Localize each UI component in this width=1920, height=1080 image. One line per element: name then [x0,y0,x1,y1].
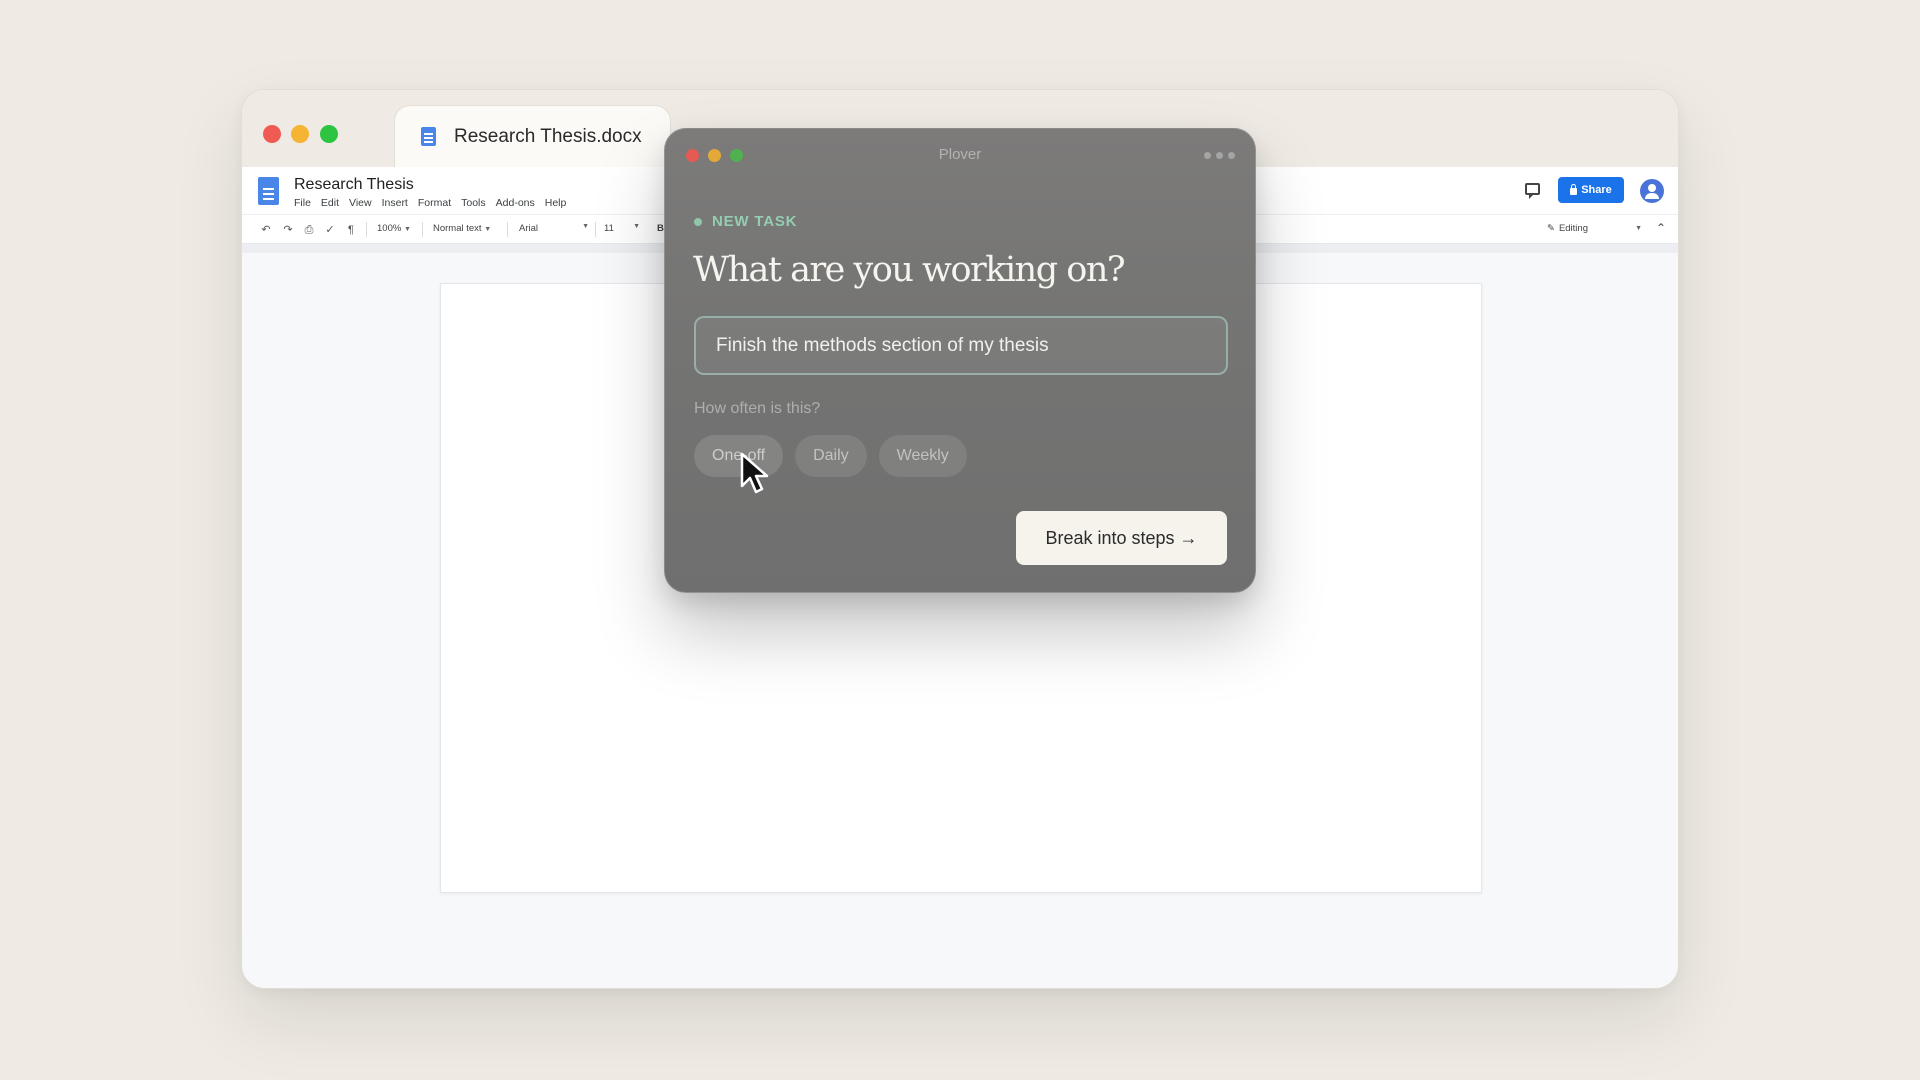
toolbar-divider [422,222,423,237]
status-label: NEW TASK [712,213,798,230]
close-window-button[interactable] [263,125,281,143]
mode-value: Editing [1558,223,1588,234]
doc-icon [421,127,436,146]
collapse-icon[interactable]: ⌃ [1656,221,1666,235]
avatar[interactable] [1640,179,1664,203]
undo-icon[interactable]: ↶ [260,224,272,236]
menu-edit[interactable]: Edit [321,197,339,209]
chevron-down-icon[interactable]: ▼ [1635,225,1642,232]
chevron-down-icon: ▼ [484,226,492,233]
frequency-options: One-off Daily Weekly [694,435,967,477]
paint-format-icon[interactable]: ¶ [345,224,357,236]
size-value: 11 [604,223,614,234]
toolbar-divider [366,222,367,237]
cursor-pointer-icon [740,452,769,494]
frequency-option-daily[interactable]: Daily [795,435,867,477]
zoom-select[interactable]: 100% ▼ [377,223,411,234]
print-icon[interactable]: ⎙ [303,224,315,236]
task-input[interactable] [694,316,1228,375]
pencil-icon: ✎ [1546,223,1555,234]
redo-icon[interactable]: ↷ [282,224,294,236]
style-value: Normal text [433,223,482,234]
font-value: Arial [519,223,539,234]
frequency-question: How often is this? [694,400,821,417]
chevron-down-icon: ▼ [403,226,411,233]
menubar: File Edit View Insert Format Tools Add-o… [294,197,566,209]
chevron-down-icon: ▼ [633,223,640,230]
break-into-steps-button[interactable]: Break into steps → [1016,511,1227,565]
editing-mode-select[interactable]: ✎ Editing [1547,223,1588,234]
maximize-window-button[interactable] [320,125,338,143]
font-select[interactable]: Arial ▼ [519,223,589,234]
minimize-window-button[interactable] [291,125,309,143]
more-icon[interactable] [1204,152,1235,159]
menu-insert[interactable]: Insert [382,197,408,209]
plover-window: Plover NEW TASK What are you working on?… [664,128,1256,593]
size-select[interactable]: 11 ▼ [604,223,640,234]
frequency-option-weekly[interactable]: Weekly [878,435,967,477]
style-select[interactable]: Normal text ▼ [433,223,491,234]
comment-icon[interactable] [1525,183,1540,199]
lock-icon [1570,184,1578,195]
toolbar-divider [507,222,508,237]
status-row: NEW TASK [694,213,797,230]
share-button[interactable]: Share [1558,177,1624,203]
menu-file[interactable]: File [294,197,311,209]
spellcheck-icon[interactable]: ✓ [324,224,336,236]
menu-addons[interactable]: Add-ons [496,197,535,209]
share-label: Share [1581,184,1612,196]
toolbar-divider [595,222,596,237]
menu-tools[interactable]: Tools [461,197,486,209]
menu-format[interactable]: Format [418,197,451,209]
status-dot-icon [694,217,702,226]
menu-help[interactable]: Help [545,197,567,209]
docs-logo-icon[interactable] [258,177,279,205]
plover-headline: What are you working on? [693,250,1126,290]
zoom-value: 100% [377,223,402,234]
browser-tab-active[interactable]: Research Thesis.docx [394,105,671,167]
chevron-down-icon: ▼ [582,223,589,230]
plover-window-title: Plover [938,146,982,163]
tab-title: Research Thesis.docx [454,125,642,147]
bold-button[interactable]: B [657,223,664,234]
menu-view[interactable]: View [349,197,372,209]
document-title[interactable]: Research Thesis [294,176,414,194]
